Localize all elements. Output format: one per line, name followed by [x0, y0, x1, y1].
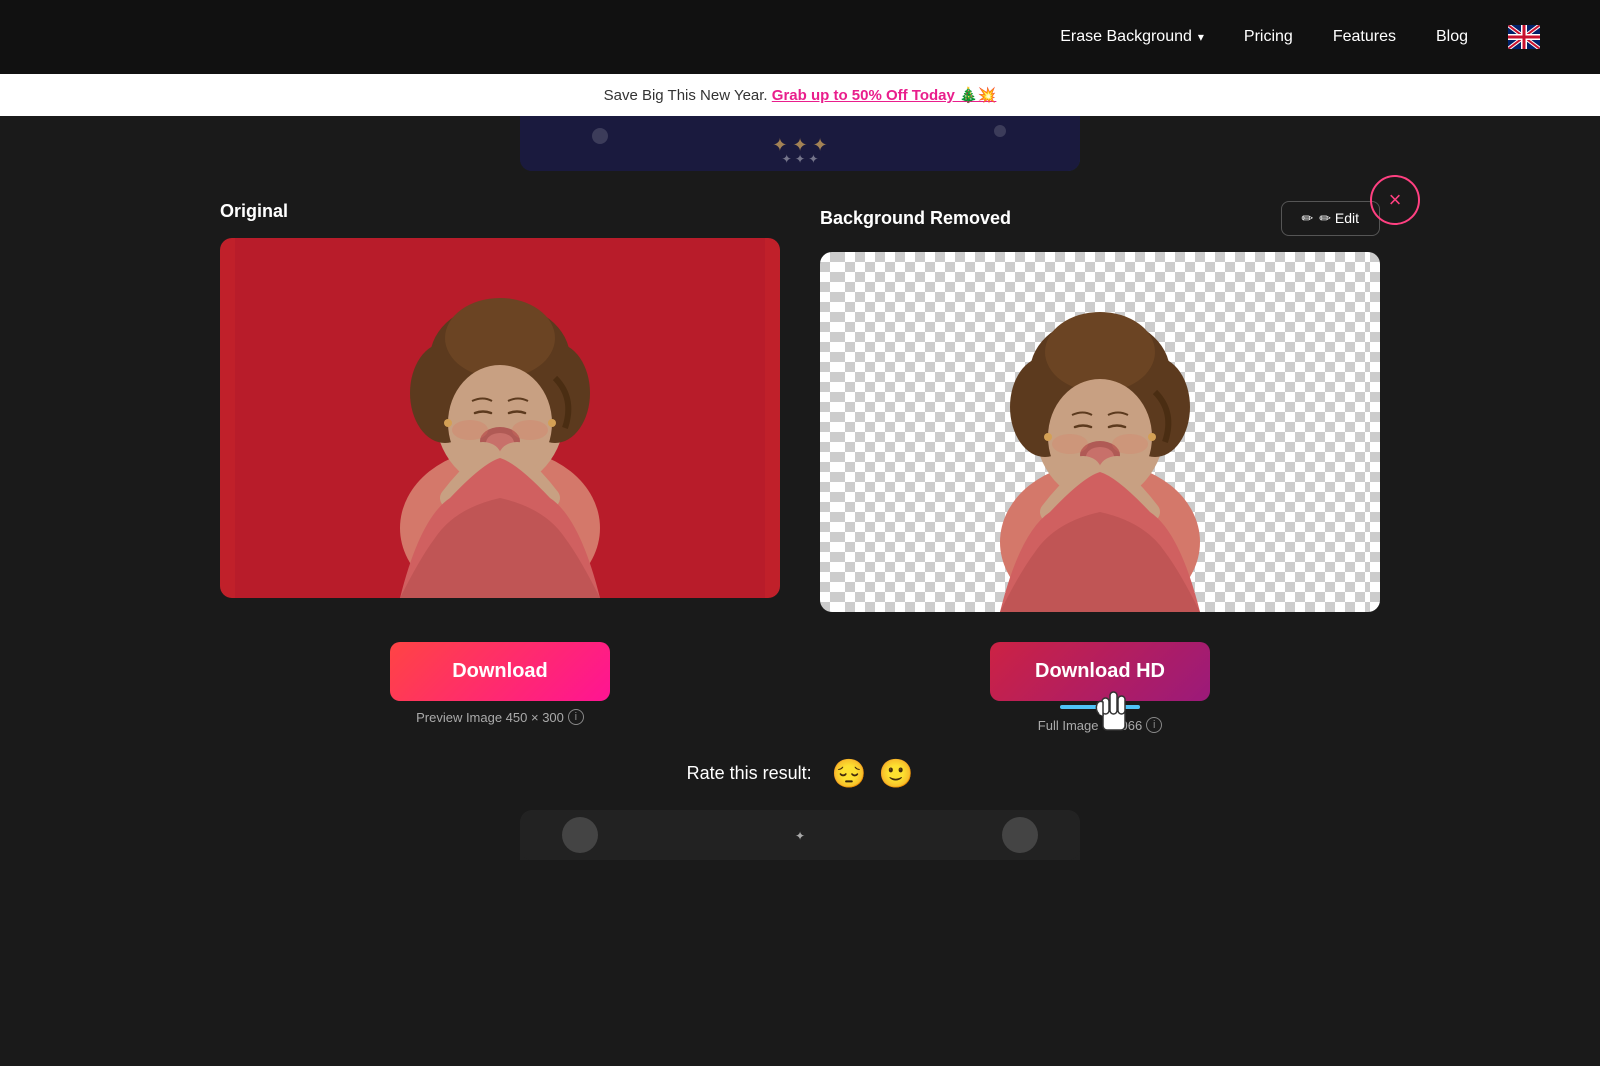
- edit-label: ✏ Edit: [1319, 210, 1359, 227]
- pencil-icon: ✏: [1302, 210, 1314, 227]
- images-row: Original: [100, 201, 1500, 612]
- removed-section: Background Removed ✏ ✏ Edit: [820, 201, 1380, 612]
- full-info: Full Image × 1066 i: [1038, 717, 1162, 733]
- removed-label: Background Removed: [820, 208, 1011, 229]
- top-banner-image: ✦ ✦ ✦: [520, 116, 1080, 171]
- rate-label: Rate this result:: [687, 763, 812, 784]
- info-icon-hd[interactable]: i: [1146, 717, 1162, 733]
- promo-text: Save Big This New Year.: [604, 87, 772, 104]
- preview-info-text: Preview Image 450 × 300: [416, 710, 564, 725]
- nav-bar: Erase Background ▾ Pricing Features Blog: [1060, 25, 1540, 49]
- full-info-text: Full Image × 1066: [1038, 718, 1142, 733]
- nav-pricing[interactable]: Pricing: [1244, 28, 1293, 46]
- nav-label: Pricing: [1244, 28, 1293, 46]
- close-button[interactable]: ×: [1370, 175, 1420, 225]
- info-icon[interactable]: i: [568, 709, 584, 725]
- download-hd-button[interactable]: Download HD: [990, 642, 1210, 701]
- nav-label: Erase Background: [1060, 28, 1192, 46]
- progress-bar: [1060, 705, 1140, 709]
- language-selector[interactable]: [1508, 25, 1540, 49]
- chevron-down-icon: ▾: [1198, 30, 1204, 44]
- original-image: [220, 238, 780, 598]
- promo-banner: Save Big This New Year. Grab up to 50% O…: [0, 74, 1600, 116]
- download-free-section: Download Preview Image 450 × 300 i: [220, 642, 780, 725]
- main-content: Original: [0, 171, 1600, 900]
- rating-emojis: 😔 🙂: [832, 757, 914, 790]
- edit-button[interactable]: ✏ ✏ Edit: [1281, 201, 1380, 236]
- download-hd-section: Download HD: [820, 642, 1380, 733]
- nav-features[interactable]: Features: [1333, 28, 1396, 46]
- original-label: Original: [220, 201, 288, 222]
- close-icon: ×: [1389, 187, 1402, 213]
- nav-blog[interactable]: Blog: [1436, 28, 1468, 46]
- header: Erase Background ▾ Pricing Features Blog: [0, 0, 1600, 74]
- removed-image: [820, 252, 1380, 612]
- promo-link[interactable]: Grab up to 50% Off Today 🎄💥: [772, 87, 997, 104]
- neutral-rating-button[interactable]: 🙂: [879, 757, 914, 790]
- preview-info: Preview Image 450 × 300 i: [416, 709, 584, 725]
- rating-row: Rate this result: 😔 🙂: [100, 757, 1500, 790]
- download-button[interactable]: Download: [390, 642, 610, 701]
- nav-erase-background[interactable]: Erase Background ▾: [1060, 28, 1204, 46]
- nav-label: Features: [1333, 28, 1396, 46]
- sad-rating-button[interactable]: 😔: [832, 757, 867, 790]
- bottom-banner-partial: ✦: [520, 810, 1080, 860]
- buttons-row: Download Preview Image 450 × 300 i Downl…: [100, 642, 1500, 733]
- original-section: Original: [220, 201, 780, 612]
- svg-text:✦: ✦: [795, 829, 805, 843]
- nav-label: Blog: [1436, 28, 1468, 46]
- svg-text:✦ ✦ ✦: ✦ ✦ ✦: [772, 135, 827, 155]
